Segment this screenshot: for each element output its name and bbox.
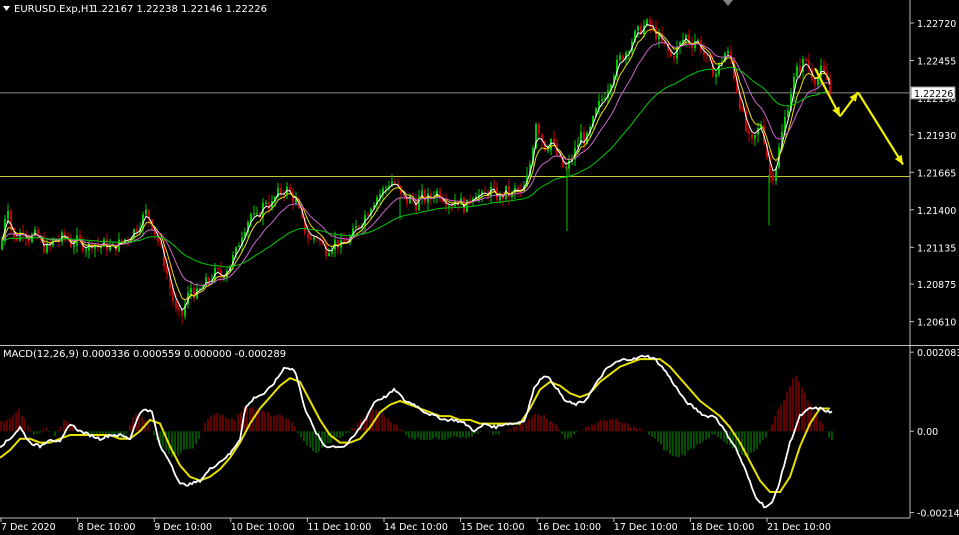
candle-body (553, 138, 555, 144)
candle-body (805, 59, 807, 61)
candle-body (73, 245, 75, 248)
candle-body (748, 130, 750, 134)
candle-body (493, 186, 495, 188)
candle (466, 199, 468, 213)
candle-body (727, 51, 729, 54)
time-tick-label: 10 Dec 10:00 (231, 522, 295, 533)
time-tick-label: 16 Dec 10:00 (537, 522, 601, 533)
candle-body (238, 245, 240, 248)
ohlc-readout: 1.22167 1.22238 1.22146 1.22226 (92, 4, 267, 15)
candle-body (706, 55, 708, 57)
candle-body (469, 199, 471, 202)
time-tick-label: 7 Dec 2020 (1, 522, 56, 533)
candle-body (718, 63, 720, 75)
candle-body (451, 205, 453, 207)
candle-body (136, 228, 138, 232)
time-tick-label: 9 Dec 10:00 (154, 522, 212, 533)
time-tick-label: 11 Dec 10:00 (307, 522, 371, 533)
time-tick-label: 15 Dec 10:00 (461, 522, 525, 533)
candle-body (199, 288, 201, 290)
candle-body (280, 188, 282, 194)
time-tick-label: 18 Dec 10:00 (690, 522, 754, 533)
price-tick-label: 1.21135 (917, 243, 956, 254)
candle-body (190, 288, 192, 293)
trading-chart[interactable]: EURUSD.Exp,H1 1.22167 1.22238 1.22146 1.… (0, 0, 959, 535)
candle-body (466, 199, 468, 213)
candle-body (673, 56, 675, 59)
candle-body (517, 187, 519, 191)
macd-title: MACD(12,26,9) 0.000336 0.000559 0.000000… (3, 349, 286, 360)
price-tick-label: 1.21400 (917, 206, 956, 217)
candle-body (367, 215, 369, 217)
price-tick-label: 1.21665 (917, 168, 956, 179)
candle-body (328, 253, 330, 256)
candle-body (310, 237, 312, 240)
candle-body (394, 181, 396, 184)
price-tick-label: 1.20610 (917, 318, 956, 329)
candle-body (823, 65, 825, 72)
candle-body (217, 268, 219, 270)
current-price-label: 1.22226 (914, 89, 953, 100)
candle-body (256, 213, 258, 215)
candle-body (307, 233, 309, 238)
price-tick-label: 1.22720 (917, 19, 956, 30)
time-tick-label: 14 Dec 10:00 (384, 522, 448, 533)
candle-body (754, 134, 756, 139)
price-tick-label: 1.21930 (917, 131, 956, 142)
candle-body (85, 250, 87, 252)
candle-body (715, 74, 717, 77)
candle-body (175, 300, 177, 309)
candle-body (178, 308, 180, 310)
candle-body (799, 66, 801, 72)
candle-body (637, 26, 639, 31)
candle-body (424, 190, 426, 203)
candle-body (121, 239, 123, 242)
price-chart-title: EURUSD.Exp,H1 (14, 4, 95, 15)
candle-body (751, 133, 753, 139)
candle-body (37, 229, 39, 238)
candle-body (814, 79, 816, 85)
candle-body (145, 209, 147, 215)
candle-body (448, 205, 450, 207)
candle-body (193, 288, 195, 299)
candle-body (415, 200, 417, 211)
candle-body (619, 55, 621, 60)
price-tick-label: 1.20875 (917, 280, 956, 291)
candle-body (343, 240, 345, 243)
candle-body (622, 55, 624, 60)
candle-body (355, 225, 357, 229)
time-tick-label: 17 Dec 10:00 (614, 522, 678, 533)
candle-body (601, 99, 603, 101)
chart-window[interactable]: EURUSD.Exp,H1 1.22167 1.22238 1.22146 1.… (0, 0, 959, 535)
candle-body (64, 232, 66, 236)
candle-body (358, 225, 360, 228)
candle-body (385, 187, 387, 189)
candle-body (772, 174, 774, 181)
candle-body (265, 202, 267, 204)
candle-body (313, 237, 315, 240)
candle-body (208, 277, 210, 282)
time-tick-label: 21 Dec 10:00 (767, 522, 831, 533)
candle-body (223, 277, 225, 279)
macd-tick-label: -0.002143 (917, 509, 959, 520)
candle-body (7, 210, 9, 219)
macd-tick-label: 0.002083 (917, 348, 959, 359)
time-tick-label: 8 Dec 10:00 (78, 522, 136, 533)
candle-body (796, 66, 798, 77)
macd-tick-label: 0.00 (917, 427, 938, 438)
price-tick-label: 1.22455 (917, 56, 956, 67)
candle-body (1, 241, 3, 250)
candle-body (742, 109, 744, 112)
candle-body (538, 123, 540, 135)
candle-body (547, 150, 549, 152)
candle-body (253, 213, 255, 215)
